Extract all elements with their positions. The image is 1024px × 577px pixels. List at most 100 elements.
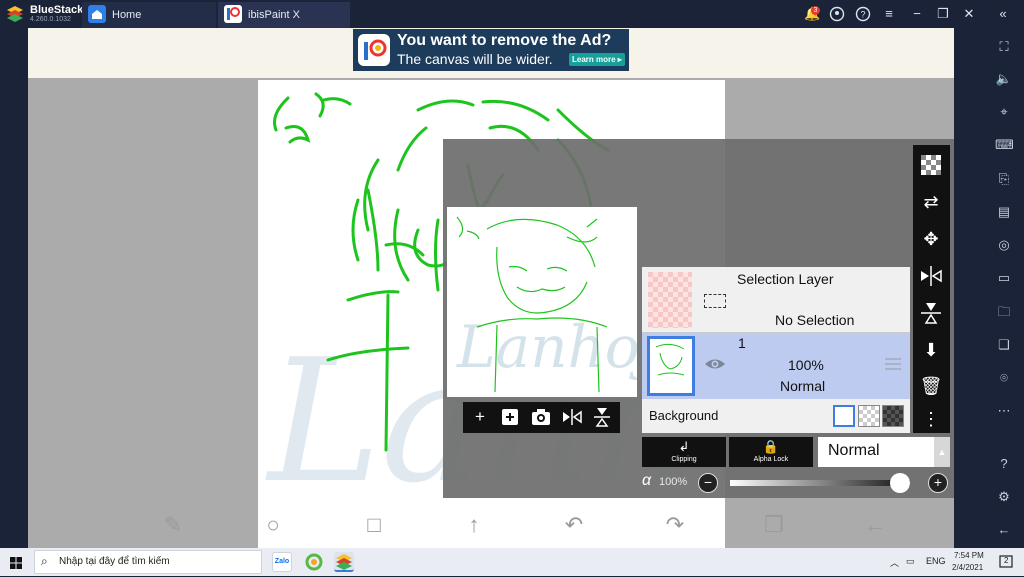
remove-ad-banner[interactable]: You want to remove the Ad? The canvas wi… <box>353 29 629 71</box>
opacity-value: 100% <box>659 476 688 488</box>
home-icon <box>88 5 106 23</box>
emulator-screen: You want to remove the Ad? The canvas wi… <box>28 28 954 548</box>
clock-time: 7:54 PM <box>954 551 984 560</box>
account-icon[interactable] <box>829 6 845 22</box>
layer-1-number: 1 <box>738 335 746 351</box>
clock-date: 2/4/2021 <box>952 563 984 572</box>
bluestacks-sidebar: ⛶ 🔈 ⌖ ⌨ ⎘ ▤ ◎ ▭ 🗀 ❏ ⌾ ⋯ ? ⚙ ← <box>984 28 1024 548</box>
tab-home-label: Home <box>112 9 142 21</box>
background-layer-label: Background <box>649 408 719 423</box>
flip-h-icon[interactable] <box>561 406 583 428</box>
preview-watermark: Lanhoji <box>456 313 637 381</box>
app-version: 4.260.0.1032 <box>30 16 71 23</box>
background-transparent-option[interactable] <box>858 405 880 427</box>
upload-icon[interactable]: ↑ <box>460 511 488 539</box>
background-dark-option[interactable] <box>882 405 904 427</box>
layer-panel: Lanhoji + <box>443 139 954 498</box>
back-icon[interactable]: ← <box>861 511 889 539</box>
opacity-decrease-button[interactable]: − <box>698 473 718 493</box>
settings-icon[interactable]: ⚙ <box>995 488 1013 506</box>
selection-layer-row[interactable]: Selection Layer No Selection <box>642 267 910 333</box>
layer-list: Selection Layer No Selection 1 100% Norm… <box>642 267 910 433</box>
blend-mode-select[interactable]: Normal ▲ <box>818 437 950 467</box>
screenshot-icon[interactable]: ◎ <box>995 236 1013 254</box>
minimize-icon[interactable]: − <box>909 6 925 22</box>
opacity-slider-thumb[interactable] <box>890 473 910 493</box>
background-layer-row[interactable]: Background <box>642 401 910 433</box>
eye-visibility-icon[interactable] <box>703 355 727 373</box>
more-options-icon[interactable]: ⋮ <box>919 407 943 431</box>
zalo-icon[interactable]: Zalo <box>272 552 292 572</box>
fullscreen-icon[interactable]: ⛶ <box>995 38 1013 56</box>
layer-1-row[interactable]: 1 100% Normal <box>642 333 910 399</box>
layers-square-icon[interactable]: □ <box>360 511 388 539</box>
bluestacks-logo-icon <box>6 5 24 23</box>
keyboard-icon[interactable]: ⌨ <box>995 136 1014 154</box>
action-center-count: 2 <box>1004 556 1009 565</box>
bluestacks-taskbar-icon[interactable] <box>334 552 354 572</box>
alpha-symbol: α <box>642 472 652 489</box>
menu-icon[interactable]: ≡ <box>881 6 897 22</box>
lock-icon: 🔒 <box>762 439 780 454</box>
merge-down-icon[interactable]: ⬇ <box>919 338 943 362</box>
help-icon[interactable]: ? <box>995 455 1013 473</box>
blend-mode-value: Normal <box>828 442 880 459</box>
notification-badge: 3 <box>811 6 820 15</box>
help-icon[interactable]: ? <box>855 6 871 22</box>
tab-ibispaint[interactable]: ibisPaint X <box>218 2 350 28</box>
opacity-increase-button[interactable]: + <box>928 473 948 493</box>
clipping-button[interactable]: ↲ Clipping <box>642 437 726 467</box>
flip-vertical-icon[interactable] <box>919 301 943 325</box>
language-indicator[interactable]: ENG <box>926 556 946 566</box>
pointer-icon[interactable]: ⌖ <box>995 103 1013 121</box>
layers-panel-icon[interactable]: ❐ <box>760 511 788 539</box>
layer-1-blend-mode: Normal <box>780 378 826 394</box>
tools-icon[interactable]: ✎ <box>159 511 187 539</box>
back-icon[interactable]: ← <box>995 521 1013 539</box>
move-layer-icon[interactable]: ⇄ <box>919 190 943 214</box>
learn-more-button[interactable]: Learn more ▸ <box>569 53 625 66</box>
network-icon[interactable]: ▭ <box>906 556 915 567</box>
flip-v-icon[interactable] <box>591 406 613 428</box>
install-apk-icon[interactable]: ⎘ <box>995 170 1013 188</box>
more-icon[interactable]: ⋯ <box>995 402 1013 420</box>
taskbar-search-box[interactable]: ⌕ Nhập tại đây để tìm kiếm <box>34 550 262 574</box>
selection-marquee-icon <box>704 294 726 308</box>
location-icon[interactable]: ⌾ <box>995 369 1013 387</box>
tab-home[interactable]: Home <box>82 2 216 28</box>
add-special-layer-icon[interactable] <box>499 406 521 428</box>
close-icon[interactable]: ✕ <box>961 6 977 22</box>
show-hidden-icons-icon[interactable]: ︿ <box>890 556 899 569</box>
clipping-icon: ↲ <box>678 439 690 454</box>
bluestacks-title-bar: BlueStacks 4.260.0.1032 Home ibisPaint X… <box>0 0 1024 28</box>
flip-horizontal-icon[interactable] <box>919 264 943 288</box>
alpha-lock-label: Alpha Lock <box>753 456 789 463</box>
layer-1-opacity: 100% <box>788 357 824 373</box>
background-white-option[interactable] <box>833 405 855 427</box>
move-icon[interactable]: ✥ <box>919 227 943 251</box>
brush-color-icon[interactable]: ○ <box>259 511 287 539</box>
delete-icon[interactable]: 🗑 <box>919 374 943 398</box>
ibispaint-taskbar-icon[interactable] <box>304 552 324 572</box>
multi-instance-icon[interactable]: ❏ <box>995 336 1013 354</box>
restore-icon[interactable]: ❐ <box>935 6 951 22</box>
opacity-slider-track[interactable] <box>730 480 910 486</box>
transparency-icon[interactable] <box>919 153 943 177</box>
ad-headline: You want to remove the Ad? <box>397 32 612 49</box>
undo-icon[interactable]: ↶ <box>560 511 588 539</box>
dropdown-arrow-icon: ▲ <box>934 437 950 467</box>
alpha-lock-button[interactable]: 🔒 Alpha Lock <box>729 437 813 467</box>
collapse-sidebar-icon[interactable]: « <box>995 6 1011 22</box>
selection-status: No Selection <box>775 312 855 328</box>
volume-icon[interactable]: 🔈 <box>995 70 1013 88</box>
camera-icon[interactable] <box>530 406 552 428</box>
windows-start-icon[interactable] <box>10 556 22 569</box>
windows-taskbar: ⌕ Nhập tại đây để tìm kiếm Zalo ︿ ▭ ENG … <box>0 548 1024 576</box>
add-layer-icon[interactable]: + <box>469 406 491 428</box>
redo-icon[interactable]: ↷ <box>661 511 689 539</box>
drag-handle-icon[interactable] <box>884 357 902 371</box>
record-icon[interactable]: ▭ <box>995 269 1013 287</box>
tab-ibispaint-label: ibisPaint X <box>248 9 300 21</box>
macro-icon[interactable]: ▤ <box>995 203 1013 221</box>
folder-icon[interactable]: 🗀 <box>995 303 1013 321</box>
